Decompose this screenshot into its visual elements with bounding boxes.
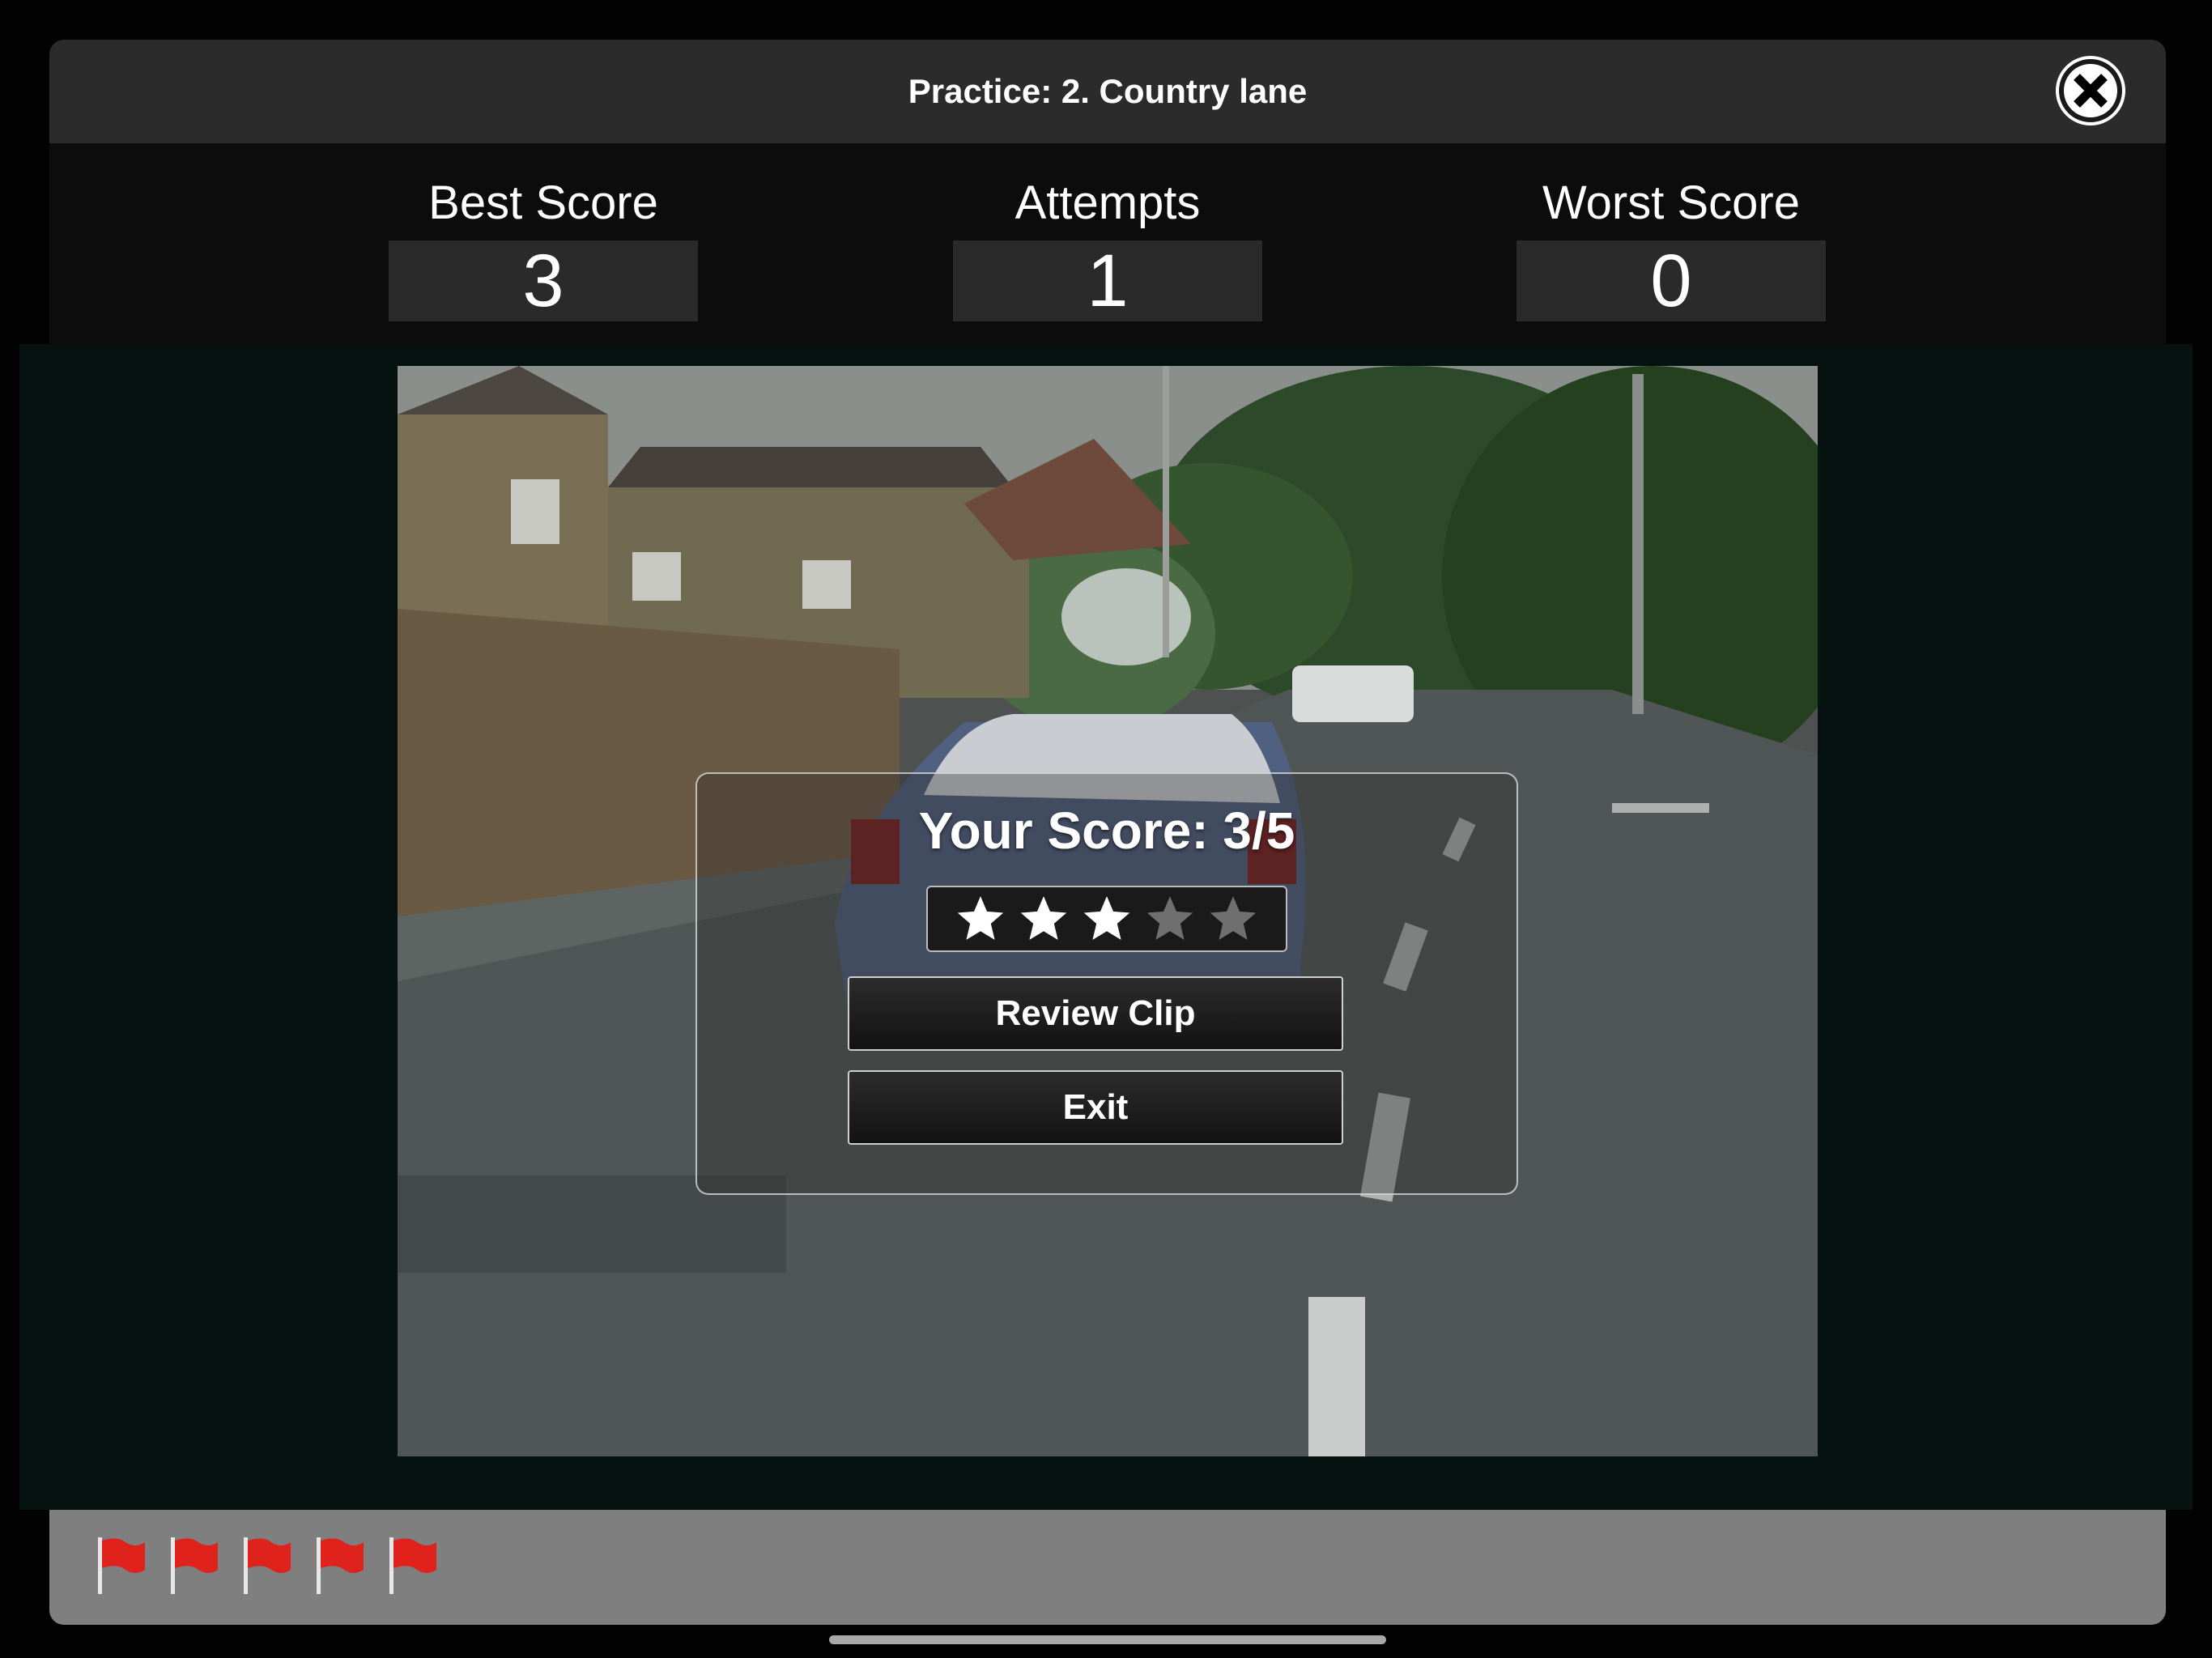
close-x-icon — [2064, 64, 2117, 117]
worst-score-value: 0 — [1516, 240, 1826, 321]
worst-score-label: Worst Score — [1542, 176, 1800, 229]
attempts-value: 1 — [953, 240, 1262, 321]
best-score-stat: Best Score 3 — [389, 176, 698, 321]
best-score-label: Best Score — [428, 176, 658, 229]
red-flag-icon — [244, 1537, 291, 1594]
home-indicator[interactable] — [829, 1635, 1386, 1644]
star-rating — [926, 886, 1287, 952]
flag-list — [93, 1534, 441, 1596]
review-clip-button[interactable]: Review Clip — [848, 976, 1343, 1051]
star-filled-icon — [1083, 896, 1130, 940]
score-dialog: Your Score: 3/5 Review Clip Exit — [696, 772, 1518, 1195]
exit-button[interactable]: Exit — [848, 1070, 1343, 1145]
star-filled-icon — [957, 896, 1004, 940]
attempts-stat: Attempts 1 — [953, 176, 1262, 321]
app-root: Practice: 2. Country lane Best Score 3 A… — [0, 0, 2212, 1658]
red-flag-icon — [389, 1537, 436, 1594]
attempts-label: Attempts — [1015, 176, 1201, 229]
red-flag-icon — [171, 1537, 218, 1594]
star-empty-icon — [1210, 896, 1257, 940]
worst-score-stat: Worst Score 0 — [1516, 176, 1826, 321]
close-button[interactable] — [2056, 56, 2125, 125]
best-score-value: 3 — [389, 240, 698, 321]
title-bar: Practice: 2. Country lane — [49, 40, 2166, 143]
page-title: Practice: 2. Country lane — [908, 72, 1308, 110]
stats-panel: Best Score 3 Attempts 1 Worst Score 0 — [49, 143, 2166, 344]
star-filled-icon — [1020, 896, 1067, 940]
flag-bar — [49, 1510, 2166, 1625]
score-text: Your Score: 3/5 — [918, 801, 1295, 860]
red-flag-icon — [317, 1537, 364, 1594]
red-flag-icon — [98, 1537, 145, 1594]
star-empty-icon — [1146, 896, 1193, 940]
